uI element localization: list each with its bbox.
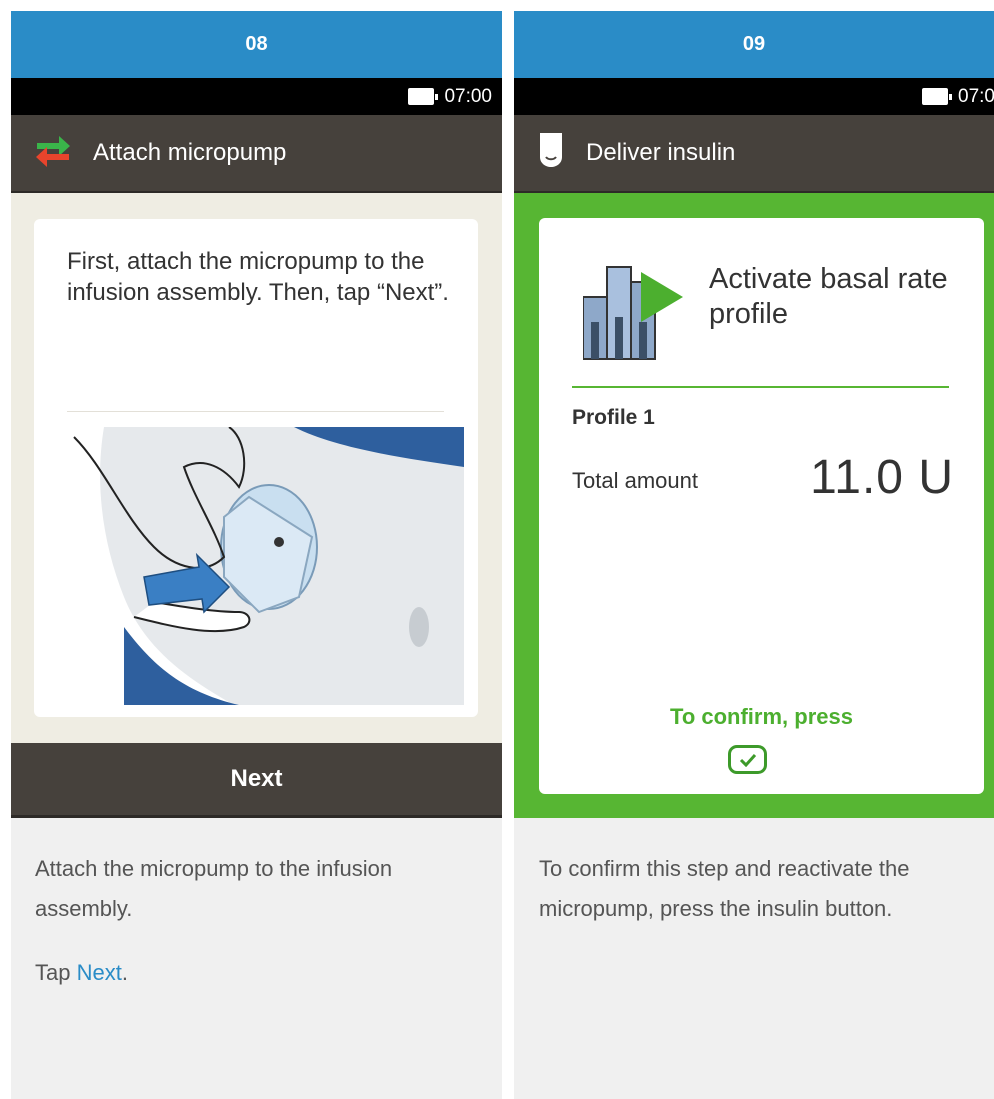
- checkmark-button-icon: [728, 745, 767, 774]
- total-amount-label: Total amount: [572, 468, 698, 493]
- status-bar: 07:00: [514, 78, 994, 115]
- divider: [572, 386, 949, 388]
- tap-instruction: Tap Next.: [35, 953, 475, 993]
- status-time: 07:00: [444, 85, 492, 107]
- status-time: 07:00: [958, 85, 994, 107]
- attach-pump-illustration: [73, 427, 464, 705]
- description-text: To confirm this step and reactivate the …: [539, 856, 910, 921]
- screen-content: First, attach the micropump to the infus…: [11, 193, 502, 743]
- step-panel-09: 09 07:00 Deliver insulin: [514, 11, 994, 1099]
- basal-profile-play-icon: [583, 266, 683, 360]
- screen-titlebar: Deliver insulin: [514, 115, 994, 193]
- battery-icon: [922, 88, 952, 105]
- description-text: Attach the micropump to the infusion ass…: [35, 856, 393, 921]
- step-panel-08: 08 07:00 Attach micropump First, attach …: [11, 11, 502, 1099]
- next-button[interactable]: Next: [11, 743, 502, 818]
- tap-suffix: .: [121, 960, 128, 985]
- step-description: Attach the micropump to the infusion ass…: [35, 849, 475, 1017]
- instruction-card: First, attach the micropump to the infus…: [34, 219, 478, 717]
- step-description: To confirm this step and reactivate the …: [539, 849, 979, 953]
- device-screen: 07:00 Attach micropump First, attach the…: [11, 78, 502, 818]
- screen-content: Activate basal rate profile Profile 1 To…: [514, 193, 994, 818]
- total-amount-value: 11.0 U: [810, 451, 954, 504]
- next-link[interactable]: Next: [77, 960, 122, 985]
- divider: [67, 411, 444, 412]
- status-bar: 07:00: [11, 78, 502, 115]
- swap-arrows-icon: [35, 132, 71, 175]
- screen-title: Deliver insulin: [586, 139, 736, 166]
- instruction-text: First, attach the micropump to the infus…: [67, 248, 449, 306]
- tap-prefix: Tap: [35, 960, 77, 985]
- profile-name: Profile 1: [572, 406, 655, 429]
- device-screen: 07:00 Deliver insulin: [514, 78, 994, 818]
- battery-icon: [408, 88, 439, 105]
- confirmation-card: Activate basal rate profile Profile 1 To…: [539, 218, 984, 794]
- confirm-prompt: To confirm, press: [670, 704, 853, 729]
- screen-title: Attach micropump: [93, 139, 287, 166]
- micropump-icon: [538, 131, 564, 176]
- step-number: 08: [11, 11, 502, 78]
- action-title: Activate basal rate profile: [709, 263, 948, 330]
- screen-titlebar: Attach micropump: [11, 115, 502, 193]
- step-number: 09: [514, 11, 994, 78]
